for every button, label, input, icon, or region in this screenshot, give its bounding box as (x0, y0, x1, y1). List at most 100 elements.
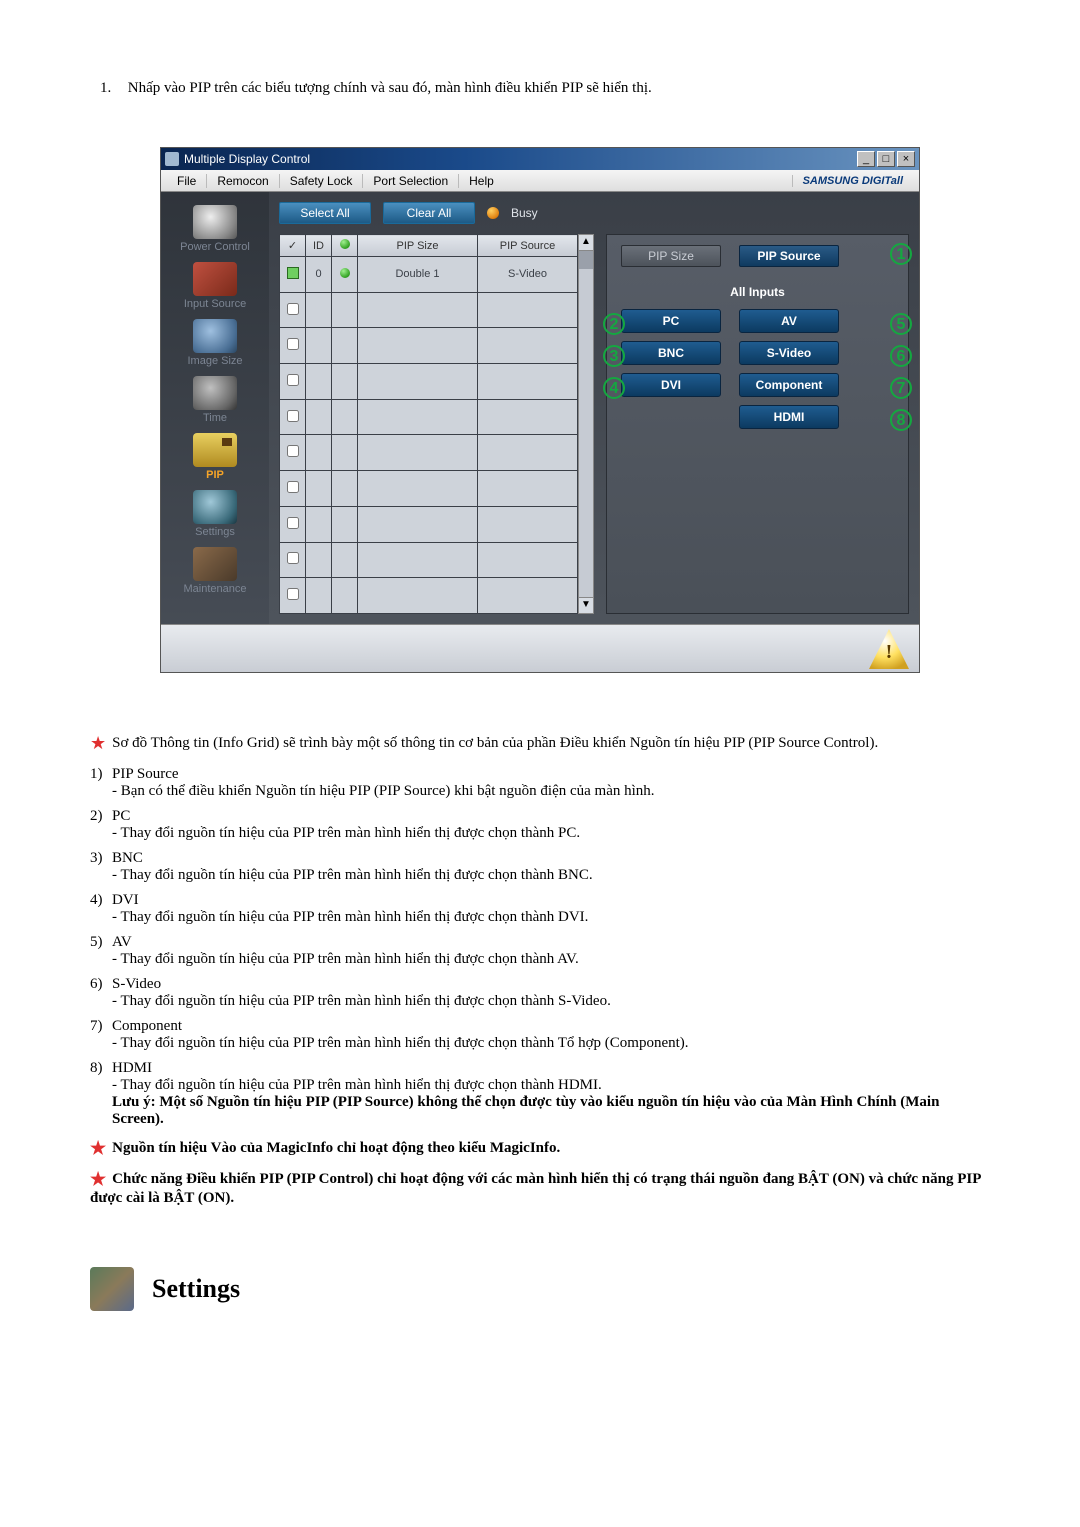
callout-7: 7 (890, 377, 912, 399)
select-all-button[interactable]: Select All (279, 202, 371, 224)
item-num: 4) (90, 892, 112, 909)
table-row[interactable] (280, 542, 578, 578)
item-title: BNC (112, 850, 143, 866)
cell-pip-size: Double 1 (358, 257, 478, 293)
col-header-status[interactable] (332, 235, 358, 257)
grid-wrap: ✓ ID PIP Size PIP Source 0 (279, 234, 594, 614)
all-inputs-label: All Inputs (621, 285, 894, 299)
row-checkbox[interactable] (287, 303, 299, 315)
warning-icon (869, 629, 909, 669)
menu-file[interactable]: File (167, 174, 206, 188)
clear-all-button[interactable]: Clear All (383, 202, 475, 224)
note-pip-control: Chức năng Điều khiển PIP (PIP Control) c… (90, 1171, 981, 1206)
src-bnc-button[interactable]: BNC (621, 341, 721, 365)
scroll-up-icon[interactable]: ▲ (579, 235, 593, 251)
sidebar: Power Control Input Source Image Size Ti… (161, 192, 269, 624)
table-row[interactable] (280, 506, 578, 542)
src-component-button[interactable]: Component (739, 373, 839, 397)
src-dvi-button[interactable]: DVI (621, 373, 721, 397)
sidebar-label-input: Input Source (170, 298, 260, 310)
item-sub: - Thay đổi nguồn tín hiệu của PIP trên m… (112, 825, 580, 841)
item-sub: - Thay đổi nguồn tín hiệu của PIP trên m… (112, 993, 611, 1009)
image-size-icon (193, 319, 237, 353)
menu-port-selection[interactable]: Port Selection (362, 174, 458, 188)
sidebar-item-settings[interactable]: Settings (170, 487, 260, 542)
callout-4: 4 (603, 377, 625, 399)
sidebar-item-input[interactable]: Input Source (170, 259, 260, 314)
client-area: Power Control Input Source Image Size Ti… (161, 192, 919, 624)
col-header-id[interactable]: ID (306, 235, 332, 257)
maximize-button[interactable]: □ (877, 151, 895, 167)
pip-icon (193, 433, 237, 467)
table-row[interactable] (280, 364, 578, 400)
table-row[interactable] (280, 292, 578, 328)
toolbar: Select All Clear All Busy (279, 202, 909, 224)
time-icon (193, 376, 237, 410)
sidebar-item-pip[interactable]: PIP (170, 430, 260, 485)
sidebar-label-pip: PIP (170, 469, 260, 481)
tab-pip-size[interactable]: PIP Size (621, 245, 721, 267)
sidebar-item-time[interactable]: Time (170, 373, 260, 428)
src-hdmi-button[interactable]: HDMI (739, 405, 839, 429)
row-checkbox[interactable] (287, 588, 299, 600)
scroll-down-icon[interactable]: ▼ (579, 597, 593, 613)
power-icon (193, 205, 237, 239)
item-num: 1) (90, 766, 112, 783)
menu-remocon[interactable]: Remocon (206, 174, 278, 188)
item-num: 6) (90, 976, 112, 993)
col-header-check[interactable]: ✓ (280, 235, 306, 257)
settings-heading: Settings (90, 1267, 990, 1311)
menu-safety-lock[interactable]: Safety Lock (279, 174, 363, 188)
titlebar: Multiple Display Control _ □ × (161, 148, 919, 170)
callout-2: 2 (603, 313, 625, 335)
status-dot-icon (340, 268, 350, 278)
star-icon: ★ (90, 1169, 106, 1189)
item-sub: - Thay đổi nguồn tín hiệu của PIP trên m… (112, 1077, 602, 1093)
settings-section-icon (90, 1267, 134, 1311)
src-svideo-button[interactable]: S-Video (739, 341, 839, 365)
note-info-grid: Sơ đồ Thông tin (Info Grid) sẽ trình bày… (112, 735, 878, 751)
row-checkbox[interactable] (287, 481, 299, 493)
cell-id: 0 (306, 257, 332, 293)
table-row[interactable] (280, 399, 578, 435)
star-icon: ★ (90, 1138, 106, 1158)
app-window: Multiple Display Control _ □ × File Remo… (160, 147, 920, 673)
minimize-button[interactable]: _ (857, 151, 875, 167)
item-sub: - Thay đổi nguồn tín hiệu của PIP trên m… (112, 951, 579, 967)
row-checkbox[interactable] (287, 338, 299, 350)
col-header-pip-size[interactable]: PIP Size (358, 235, 478, 257)
menu-help[interactable]: Help (458, 174, 504, 188)
table-row[interactable] (280, 471, 578, 507)
row-checkbox[interactable] (287, 445, 299, 457)
item-sub: - Thay đổi nguồn tín hiệu của PIP trên m… (112, 1035, 689, 1051)
table-row[interactable]: 0 Double 1 S-Video (280, 257, 578, 293)
table-row[interactable] (280, 578, 578, 614)
sidebar-label-power: Power Control (170, 241, 260, 253)
table-row[interactable] (280, 435, 578, 471)
table-row[interactable] (280, 328, 578, 364)
src-av-button[interactable]: AV (739, 309, 839, 333)
sidebar-item-image-size[interactable]: Image Size (170, 316, 260, 371)
scroll-thumb[interactable] (579, 251, 593, 269)
grid-vertical-scrollbar[interactable]: ▲ ▼ (578, 234, 594, 614)
row-checkbox[interactable] (287, 410, 299, 422)
callout-1: 1 (890, 243, 912, 265)
item-title: Component (112, 1018, 182, 1034)
sidebar-item-maintenance[interactable]: Maintenance (170, 544, 260, 599)
row-checkbox[interactable] (287, 552, 299, 564)
item-num: 7) (90, 1018, 112, 1035)
close-button[interactable]: × (897, 151, 915, 167)
item-sub: - Thay đổi nguồn tín hiệu của PIP trên m… (112, 909, 588, 925)
tab-pip-source[interactable]: PIP Source (739, 245, 839, 267)
doc-notes: ★ Sơ đồ Thông tin (Info Grid) sẽ trình bà… (90, 733, 990, 1207)
callout-8: 8 (890, 409, 912, 431)
item-num: 3) (90, 850, 112, 867)
src-pc-button[interactable]: PC (621, 309, 721, 333)
row-checkbox[interactable] (287, 517, 299, 529)
row-checkbox[interactable] (287, 374, 299, 386)
col-header-pip-source[interactable]: PIP Source (478, 235, 578, 257)
row-checkbox-checked[interactable] (287, 267, 299, 279)
status-header-icon (340, 239, 350, 249)
sidebar-item-power[interactable]: Power Control (170, 202, 260, 257)
input-source-icon (193, 262, 237, 296)
